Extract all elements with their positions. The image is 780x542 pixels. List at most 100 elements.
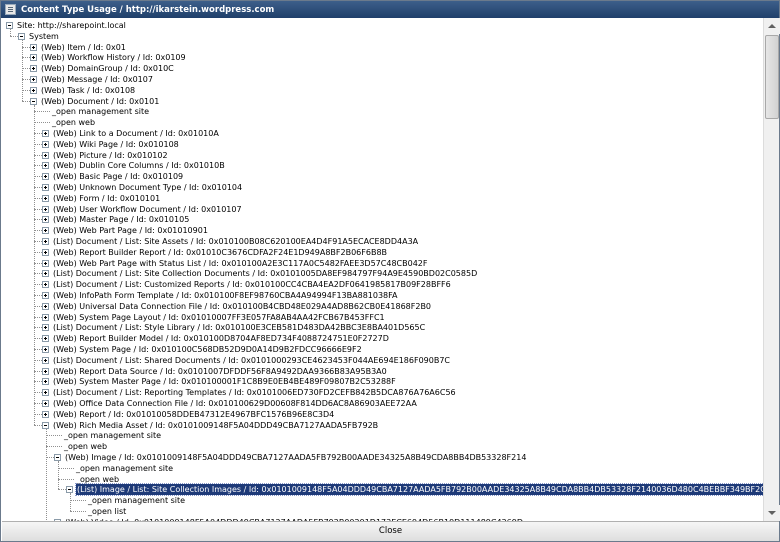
tree-connector-line [34,154,42,156]
tree-node[interactable]: (Web) DomainGroup / Id: 0x010C [2,63,762,74]
expand-plus-icon[interactable] [42,151,49,159]
tree-node[interactable]: _open web [2,441,762,452]
expand-plus-icon[interactable] [42,216,49,224]
expand-plus-icon[interactable] [30,86,37,94]
expand-plus-icon[interactable] [42,324,49,332]
tree-node[interactable]: (Web) Report Builder Model / Id: 0x01010… [2,333,762,344]
tree-node[interactable]: (List) Document / List: Site Collection … [2,268,762,279]
tree-node[interactable]: (Web) Item / Id: 0x01 [2,42,762,53]
expand-plus-icon[interactable] [30,54,37,62]
expand-plus-icon[interactable] [42,302,49,310]
title-bar[interactable]: Content Type Usage / http://ikarstein.wo… [1,1,779,18]
expand-plus-icon[interactable] [30,43,37,51]
collapse-minus-icon[interactable] [66,486,73,494]
tree-node[interactable]: (List) Document / List: Customized Repor… [2,279,762,290]
expand-plus-icon[interactable] [42,248,49,256]
expand-plus-icon[interactable] [42,313,49,321]
tree-node[interactable]: _open management site [2,106,762,117]
tree-node-label: (Web) Rich Media Asset / Id: 0x010100914… [53,420,379,430]
expand-plus-icon[interactable] [42,400,49,407]
expand-plus-icon[interactable] [42,130,49,137]
tree-node[interactable]: (Web) Message / Id: 0x0107 [2,74,762,85]
expand-plus-icon[interactable] [42,356,49,364]
expand-plus-icon[interactable] [30,76,37,83]
tree-node[interactable]: (Web) Image / Id: 0x0101009148F5A04DDD49… [2,452,762,463]
tree-node[interactable]: (Web) System Page Layout / Id: 0x0101000… [2,312,762,323]
tree-node[interactable]: (Web) InfoPath Form Template / Id: 0x010… [2,290,762,301]
tree-node[interactable]: System [2,31,762,42]
expand-plus-icon[interactable] [42,270,49,278]
tree-node[interactable]: (Web) Task / Id: 0x0108 [2,85,762,96]
collapse-minus-icon[interactable] [42,421,49,429]
tree-node[interactable]: (Web) Web Part Page / Id: 0x01010901 [2,225,762,236]
expand-plus-icon[interactable] [42,389,49,397]
tree-node[interactable]: (List) Image / List: Site Collection Ima… [2,483,763,497]
collapse-minus-icon[interactable] [18,32,25,40]
expand-plus-icon[interactable] [30,65,37,73]
tree-node[interactable]: (Web) Web Part Page with Status List / I… [2,258,762,269]
tree-node[interactable]: (Web) Workflow History / Id: 0x0109 [2,52,762,63]
tree-node[interactable]: (Web) Picture / Id: 0x010102 [2,150,762,161]
tree-node[interactable]: (List) Document / List: Style Library / … [2,322,762,333]
tree-node[interactable]: (Web) Basic Page / Id: 0x010109 [2,171,762,182]
tree-node[interactable]: (Web) Universal Data Connection File / I… [2,301,762,312]
collapse-minus-icon[interactable] [30,97,37,105]
expand-plus-icon[interactable] [42,410,49,418]
expand-plus-icon[interactable] [42,162,49,170]
tree-node[interactable]: (Web) User Workflow Document / Id: 0x010… [2,204,762,215]
tree-node[interactable]: (Web) Wiki Page / Id: 0x010108 [2,139,762,150]
expand-plus-icon[interactable] [42,140,49,148]
tree-connector-line [22,46,30,48]
expand-plus-icon[interactable] [42,378,49,386]
tree-node[interactable]: (Web) Rich Media Asset / Id: 0x010100914… [2,420,762,431]
expand-plus-icon[interactable] [42,281,49,289]
tree-node[interactable]: (List) Document / List: Reporting Templa… [2,387,762,398]
tree-node-label: _open web [76,474,120,484]
scroll-down-button[interactable] [764,505,780,521]
tree-node[interactable]: (Web) Dublin Core Columns / Id: 0x01010B [2,160,762,171]
tree-node[interactable]: (Web) Document / Id: 0x0101 [2,96,762,107]
tree-node[interactable]: (Web) Report Data Source / Id: 0x0101007… [2,366,762,377]
expand-plus-icon[interactable] [42,346,49,353]
expand-plus-icon[interactable] [42,184,49,191]
content-type-tree[interactable]: Site: http://sharepoint.local System (Web)… [2,18,763,521]
tree-node[interactable]: _open web [2,117,762,128]
tree-node-label: (Web) Task / Id: 0x0108 [41,85,136,95]
tree-node[interactable]: (List) Document / List: Site Assets / Id… [2,236,762,247]
expand-plus-icon[interactable] [42,292,49,299]
expand-plus-icon[interactable] [42,173,49,181]
tree-node[interactable]: (Web) Form / Id: 0x010101 [2,193,762,204]
tree-node[interactable]: (Web) Report / Id: 0x01010058DDEB47312E4… [2,409,762,420]
vertical-scrollbar[interactable] [763,18,780,521]
tree-node[interactable]: _open management site [2,463,762,474]
tree-node-label: (Web) Master Page / Id: 0x010105 [53,215,190,225]
expand-plus-icon[interactable] [42,259,49,267]
expand-plus-icon[interactable] [42,205,49,213]
tree-node[interactable]: (Web) System Master Page / Id: 0x0101000… [2,376,762,387]
expand-plus-icon[interactable] [42,227,49,235]
scrollbar-thumb[interactable] [765,35,779,119]
tree-node[interactable]: _open web [2,474,762,485]
tree-node[interactable]: (Web) System Page / Id: 0x010100C568DB52… [2,344,762,355]
tree-node-label: _open management site [52,107,150,117]
tree-node[interactable]: _open management site [2,495,762,506]
tree-node[interactable]: (List) Document / List: Shared Documents… [2,355,762,366]
expand-plus-icon[interactable] [42,335,49,343]
close-button[interactable]: Close [2,521,779,541]
tree-node[interactable]: (Web) Unknown Document Type / Id: 0x0101… [2,182,762,193]
tree-node[interactable]: (Web) Report Builder Report / Id: 0x0101… [2,247,762,258]
collapse-minus-icon[interactable] [54,454,61,461]
tree-node[interactable]: Site: http://sharepoint.local [2,20,762,31]
expand-plus-icon[interactable] [42,367,49,375]
collapse-minus-icon[interactable] [6,22,13,29]
tree-node[interactable]: (Web) Office Data Connection File / Id: … [2,398,762,409]
scroll-up-button[interactable] [764,18,780,34]
expand-plus-icon[interactable] [42,194,49,202]
expand-plus-icon[interactable] [42,238,49,245]
tree-connector-line [34,349,42,350]
tree-node[interactable]: _open list [2,506,762,517]
tree-node[interactable]: _open management site [2,430,762,441]
tree-node[interactable]: (Web) Master Page / Id: 0x010105 [2,214,762,225]
tree-connector-line [34,176,42,178]
tree-node[interactable]: (Web) Link to a Document / Id: 0x01010A [2,128,762,139]
